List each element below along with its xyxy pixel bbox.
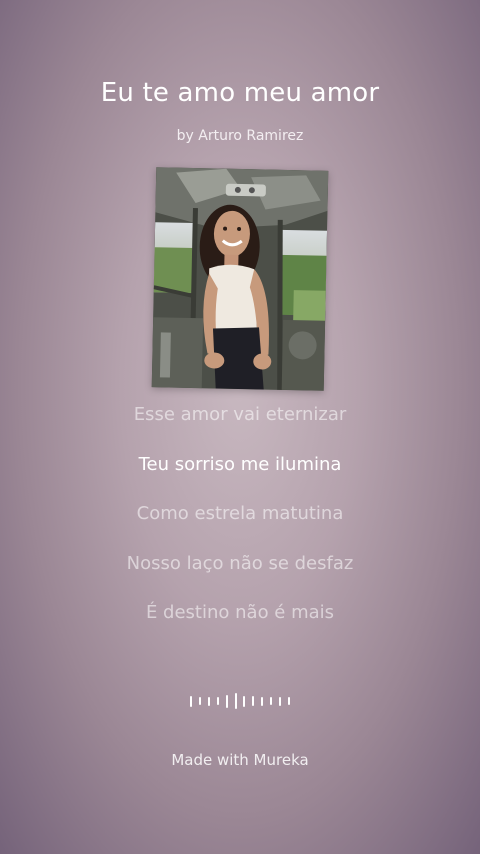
- waveform-bar: [198, 697, 201, 705]
- waveform-bar: [279, 696, 282, 706]
- audio-waveform-icon: [190, 692, 290, 710]
- lyric-line: Como estrela matutina: [136, 503, 344, 524]
- lyric-video-screen: Eu te amo meu amor by Arturo Ramirez Ess…: [0, 0, 480, 854]
- waveform-bar: [207, 696, 210, 706]
- lyrics-list: Esse amor vai eternizar Teu sorriso me i…: [0, 402, 480, 650]
- album-cover-photo: [151, 167, 329, 391]
- lyric-line: Nosso laço não se desfaz: [126, 552, 354, 574]
- waveform-bar: [252, 696, 255, 706]
- waveform-bar: [216, 697, 219, 705]
- lyric-line: Esse amor vai eternizar: [133, 404, 347, 425]
- waveform-bar: [243, 695, 246, 707]
- waveform-bar: [270, 697, 273, 705]
- song-title: Eu te amo meu amor: [100, 78, 380, 108]
- waveform-bar: [261, 696, 264, 706]
- waveform-bar: [190, 695, 192, 707]
- album-cover: [151, 167, 329, 391]
- waveform-bar: [225, 694, 228, 708]
- made-with-credit: Made with Mureka: [171, 751, 309, 769]
- waveform-bar: [287, 697, 290, 705]
- lyric-line: É destino não é mais: [145, 602, 335, 623]
- lyric-line-current: Teu sorriso me ilumina: [138, 453, 342, 475]
- song-artist: by Arturo Ramirez: [176, 128, 304, 144]
- waveform-bar: [234, 693, 237, 709]
